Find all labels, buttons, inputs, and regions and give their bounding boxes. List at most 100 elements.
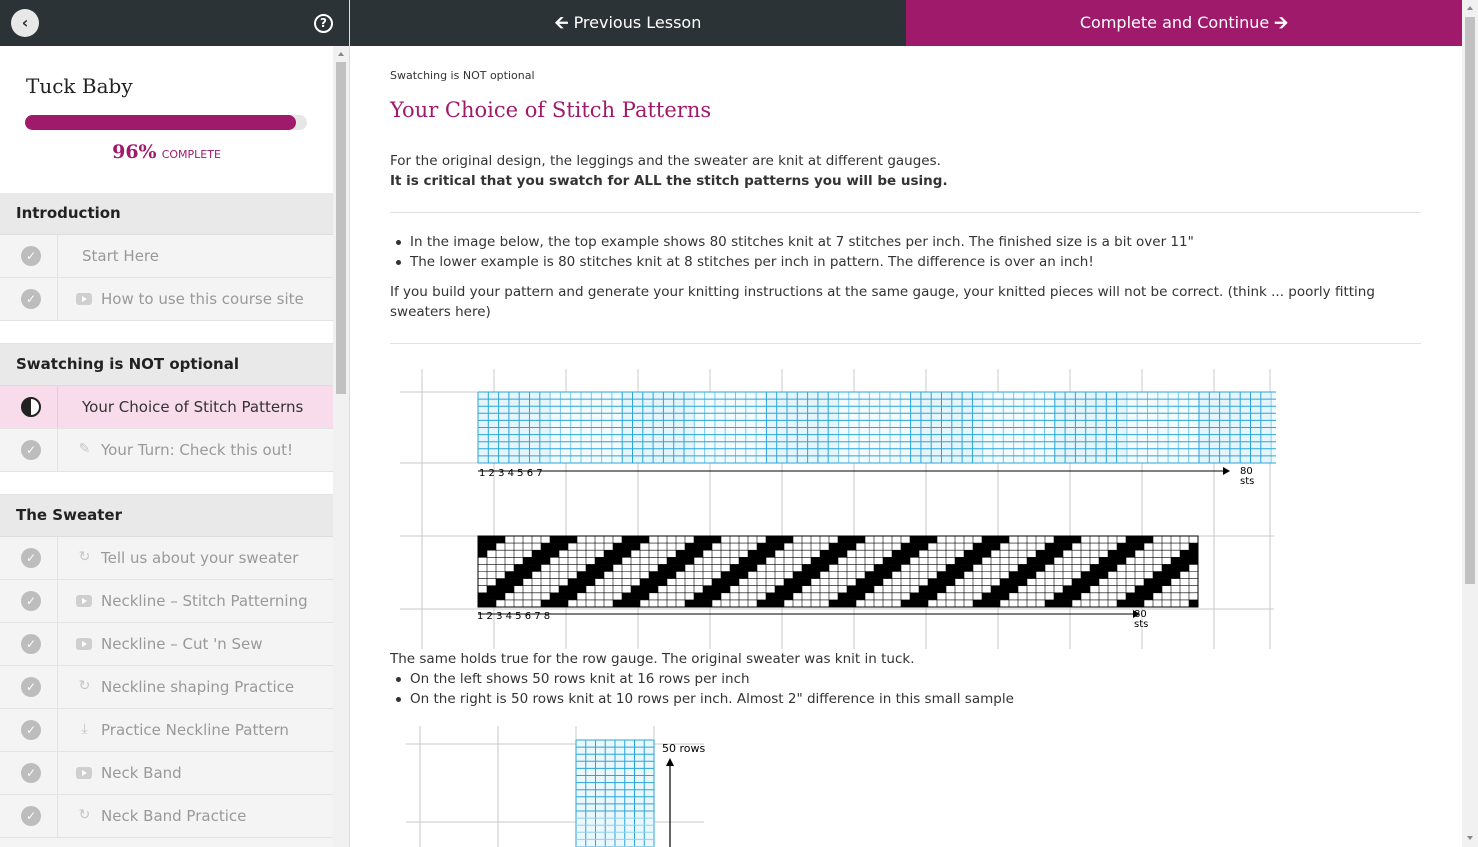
pattern-cell xyxy=(586,571,595,579)
scroll-down-arrow-icon[interactable] xyxy=(1467,836,1473,840)
blue-stitch-grid xyxy=(477,391,1276,464)
stitch-unit-bottom: sts xyxy=(1134,619,1148,630)
lesson-item[interactable]: ✓ ↻ Neckline shaping Practice xyxy=(0,666,333,709)
pattern-cell xyxy=(1144,585,1153,593)
pattern-cell xyxy=(1144,536,1153,544)
sidebar-scrollbar[interactable] xyxy=(333,46,349,847)
pattern-cell xyxy=(730,564,739,572)
pattern-cell xyxy=(559,543,568,551)
back-arrow-icon[interactable]: ‹ xyxy=(11,9,39,37)
pattern-cell xyxy=(748,550,757,558)
pattern-cell xyxy=(982,592,991,600)
pattern-cell xyxy=(847,543,856,551)
pattern-cell xyxy=(1126,599,1135,607)
lesson-item[interactable]: ✓ ⤓ Practice Neckline Pattern xyxy=(0,709,333,752)
previous-lesson-button[interactable]: 🡨 Previous Lesson xyxy=(350,0,906,46)
arrow-right-icon: 🡪 xyxy=(1274,13,1289,33)
pattern-cell xyxy=(676,564,685,572)
lesson-label: Start Here xyxy=(82,247,159,265)
pattern-cell xyxy=(559,599,568,607)
pattern-cell xyxy=(622,543,631,551)
pattern-cell xyxy=(874,571,883,579)
pattern-cell xyxy=(829,557,838,565)
pattern-cell xyxy=(784,592,793,600)
pattern-cell xyxy=(514,571,523,579)
complete-check-icon: ✓ xyxy=(21,634,41,654)
page-scrollbar-thumb[interactable] xyxy=(1465,17,1475,584)
pattern-cell xyxy=(1018,571,1027,579)
pattern-cell xyxy=(694,543,703,551)
previous-lesson-label: Previous Lesson xyxy=(573,13,702,32)
lesson-item-current[interactable]: Your Choice of Stitch Patterns xyxy=(0,386,333,429)
pattern-cell xyxy=(1162,578,1171,586)
pattern-cell xyxy=(739,564,748,572)
sidebar-scrollbar-thumb[interactable] xyxy=(336,62,346,394)
pattern-cell xyxy=(982,599,991,607)
pattern-cell xyxy=(1108,564,1117,572)
refresh-icon: ↻ xyxy=(78,678,91,694)
pattern-cell xyxy=(694,550,703,558)
pattern-cell xyxy=(775,599,784,607)
pattern-cell xyxy=(1063,585,1072,593)
lesson-item[interactable]: ✓ Neckline – Cut 'n Sew xyxy=(0,623,333,666)
pattern-cell xyxy=(613,599,622,607)
lesson-item[interactable]: ✓ ✎ Your Turn: Check this out! xyxy=(0,429,333,472)
pattern-cell xyxy=(820,557,829,565)
lesson-item[interactable]: ✓ Start Here xyxy=(0,235,333,278)
tuck-pattern-grid xyxy=(477,535,1199,608)
pattern-cell xyxy=(1153,578,1162,586)
lesson-item[interactable]: ✓ How to use this course site xyxy=(0,278,333,321)
pattern-cell xyxy=(874,578,883,586)
lesson-item[interactable]: ✓ Neck Band xyxy=(0,752,333,795)
pattern-cell xyxy=(856,585,865,593)
pattern-cell xyxy=(865,578,874,586)
pattern-cell xyxy=(946,571,955,579)
pattern-cell xyxy=(505,578,514,586)
pattern-cell xyxy=(514,564,523,572)
pattern-cell xyxy=(649,571,658,579)
complete-check-icon: ✓ xyxy=(21,440,41,460)
pattern-cell xyxy=(586,578,595,586)
pattern-cell xyxy=(676,550,685,558)
lesson-label: Your Turn: Check this out! xyxy=(101,441,294,459)
pattern-cell xyxy=(883,564,892,572)
lesson-label: Neck Band xyxy=(101,764,182,782)
pattern-cell xyxy=(766,543,775,551)
pattern-cell xyxy=(919,543,928,551)
paragraph: The same holds true for the row gauge. T… xyxy=(390,651,915,667)
pattern-cell xyxy=(883,571,892,579)
pattern-cell xyxy=(631,585,640,593)
help-icon[interactable]: ? xyxy=(314,14,333,33)
lesson-item[interactable]: ✓ ↻ Neck Band Practice xyxy=(0,795,333,838)
pattern-cell xyxy=(802,578,811,586)
pattern-cell xyxy=(1099,557,1108,565)
pattern-cell xyxy=(955,557,964,565)
pattern-cell xyxy=(694,599,703,607)
pattern-cell xyxy=(775,543,784,551)
pattern-cell xyxy=(478,550,487,558)
pattern-cell xyxy=(1009,571,1018,579)
complete-and-continue-button[interactable]: Complete and Continue 🡪 xyxy=(906,0,1462,46)
page-scrollbar[interactable] xyxy=(1462,0,1478,847)
complete-check-icon: ✓ xyxy=(21,289,41,309)
progress-percent: 96% xyxy=(112,141,157,163)
lesson-item[interactable]: ✓ Neckline – Stitch Patterning xyxy=(0,580,333,623)
pattern-cell xyxy=(712,592,721,600)
pattern-cell xyxy=(1036,557,1045,565)
pattern-cell xyxy=(1171,564,1180,572)
pattern-cell xyxy=(1180,550,1189,558)
scroll-up-arrow-icon[interactable] xyxy=(338,52,344,56)
arrow-left-icon: 🡨 xyxy=(554,13,569,33)
pattern-cell xyxy=(1099,564,1108,572)
scroll-up-arrow-icon[interactable] xyxy=(1467,6,1473,10)
pattern-cell xyxy=(811,564,820,572)
section-title-the-sweater: The Sweater xyxy=(0,495,333,537)
pattern-cell xyxy=(982,543,991,551)
lesson-item[interactable]: ✓ ↻ Tell us about your sweater xyxy=(0,537,333,580)
lesson-label: Your Choice of Stitch Patterns xyxy=(82,398,304,416)
pattern-cell xyxy=(694,592,703,600)
complete-check-icon: ✓ xyxy=(21,548,41,568)
pattern-cell xyxy=(1063,599,1072,607)
pattern-cell xyxy=(622,536,631,544)
pattern-cell xyxy=(1108,557,1117,565)
